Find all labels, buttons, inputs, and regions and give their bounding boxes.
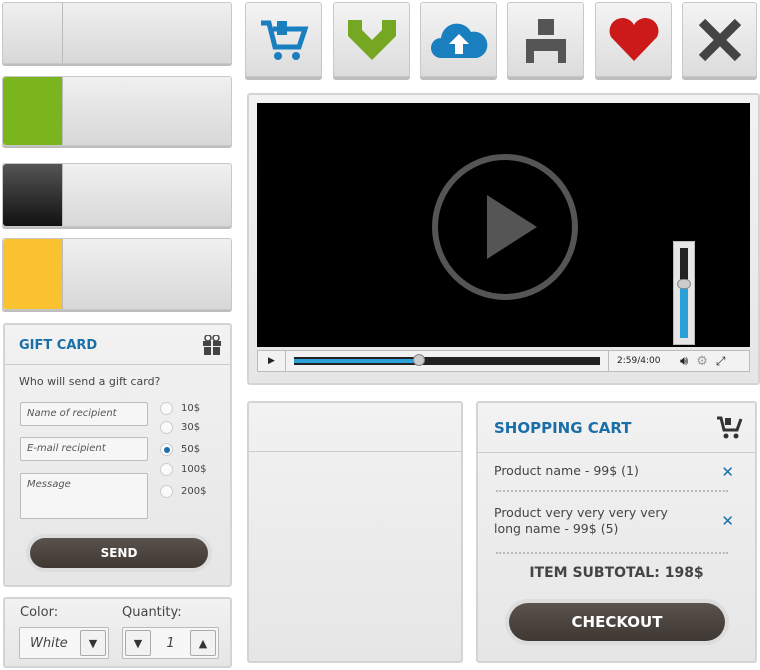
close-icon — [698, 18, 741, 61]
settings-icon[interactable]: ⚙ — [696, 354, 708, 369]
cart-item: Product very very very very long name - … — [494, 505, 734, 537]
color-bar-yellow[interactable] — [2, 238, 232, 310]
heart-icon — [609, 17, 658, 61]
color-swatch — [3, 3, 63, 63]
shopping-cart-panel: SHOPPING CART Product name - 99$ (1) ✕ P… — [476, 401, 757, 663]
color-bar-green[interactable] — [2, 76, 232, 146]
favorite-button[interactable] — [595, 2, 672, 77]
color-select[interactable]: White ▼ — [19, 627, 109, 659]
quantity-label: Quantity: — [122, 605, 182, 620]
upload-button[interactable] — [420, 2, 497, 77]
amount-label: 50$ — [181, 444, 201, 455]
color-swatch — [3, 77, 63, 145]
gift-icon — [203, 335, 221, 355]
cart-title: SHOPPING CART — [494, 419, 632, 437]
color-value: White — [30, 635, 68, 651]
shopping-cart-icon — [260, 20, 308, 60]
cloud-upload-icon — [430, 23, 487, 58]
color-label: Color: — [20, 605, 59, 620]
amount-label: 10$ — [181, 403, 201, 414]
amount-label: 100$ — [181, 464, 207, 475]
close-button[interactable] — [682, 2, 757, 77]
play-button[interactable]: ▶ — [258, 351, 286, 371]
cart-button[interactable] — [245, 2, 322, 77]
color-bar-plain[interactable] — [2, 2, 232, 64]
quantity-value[interactable]: 1 — [166, 636, 174, 651]
increment-button[interactable]: ▲ — [190, 630, 216, 656]
amount-label: 200$ — [181, 486, 207, 497]
user-icon — [525, 18, 566, 63]
cart-item-label: long name - 99$ (5) — [494, 521, 619, 536]
amount-radio[interactable]: 10$ — [160, 402, 200, 415]
progress-handle[interactable] — [413, 354, 426, 366]
radio-circle[interactable] — [160, 421, 173, 434]
cart-item-label: Product very very very very — [494, 505, 668, 520]
amount-radio[interactable]: 30$ — [160, 421, 200, 434]
video-controls: ▶ 2:59/4:00 🔊︎ ⚙ ⤢ — [257, 350, 750, 372]
send-button[interactable]: SEND — [30, 538, 208, 568]
amount-radio[interactable]: 50$ — [160, 443, 200, 456]
radio-circle[interactable] — [160, 402, 173, 415]
radio-circle[interactable] — [160, 485, 173, 498]
amount-radio[interactable]: 200$ — [160, 485, 206, 498]
quantity-stepper[interactable]: ▼ 1 ▲ — [122, 627, 219, 659]
remove-item-icon[interactable]: ✕ — [721, 513, 734, 529]
video-player: ▶ 2:59/4:00 🔊︎ ⚙ ⤢ — [247, 93, 760, 385]
decrement-button[interactable]: ▼ — [125, 630, 151, 656]
message-textarea[interactable]: Message — [20, 473, 148, 519]
volume-slider[interactable] — [673, 241, 695, 345]
color-swatch — [3, 239, 63, 309]
fullscreen-icon[interactable]: ⤢ — [716, 354, 726, 369]
cart-item: Product name - 99$ (1) ✕ — [494, 463, 734, 481]
user-button[interactable] — [507, 2, 584, 77]
chevron-down-icon[interactable]: ▼ — [80, 630, 106, 656]
radio-circle[interactable] — [160, 463, 173, 476]
play-icon[interactable] — [429, 151, 581, 303]
checkout-button[interactable]: CHECKOUT — [509, 603, 725, 641]
color-swatch — [3, 164, 63, 226]
volume-fill — [680, 284, 688, 338]
amount-radio[interactable]: 100$ — [160, 463, 206, 476]
gift-card-question: Who will send a gift card? — [19, 375, 161, 388]
time-display: 2:59/4:00 — [608, 351, 676, 371]
volume-handle[interactable] — [677, 279, 691, 289]
recipient-name-input[interactable]: Name of recipient — [20, 402, 148, 426]
shopping-cart-icon — [717, 416, 743, 439]
recipient-email-input[interactable]: E-mail recipient — [20, 437, 148, 461]
cart-item-label: Product name - 99$ (1) — [494, 463, 639, 478]
video-screen[interactable] — [257, 103, 750, 347]
options-panel: Color: White ▼ Quantity: ▼ 1 ▲ — [3, 597, 232, 668]
remove-item-icon[interactable]: ✕ — [721, 463, 734, 481]
gift-card-title: GIFT CARD — [19, 338, 98, 353]
download-icon — [347, 19, 396, 60]
item-subtotal: ITEM SUBTOTAL: 198$ — [529, 565, 704, 581]
color-bar-black[interactable] — [2, 163, 232, 227]
download-button[interactable] — [333, 2, 410, 77]
empty-panel — [247, 401, 463, 663]
radio-circle[interactable] — [160, 443, 173, 456]
amount-label: 30$ — [181, 422, 201, 433]
progress-fill — [294, 359, 420, 363]
progress-bar[interactable] — [294, 354, 600, 366]
gift-card-panel: GIFT CARD Who will send a gift card? Nam… — [3, 323, 232, 587]
volume-icon[interactable]: 🔊︎ — [680, 354, 688, 369]
